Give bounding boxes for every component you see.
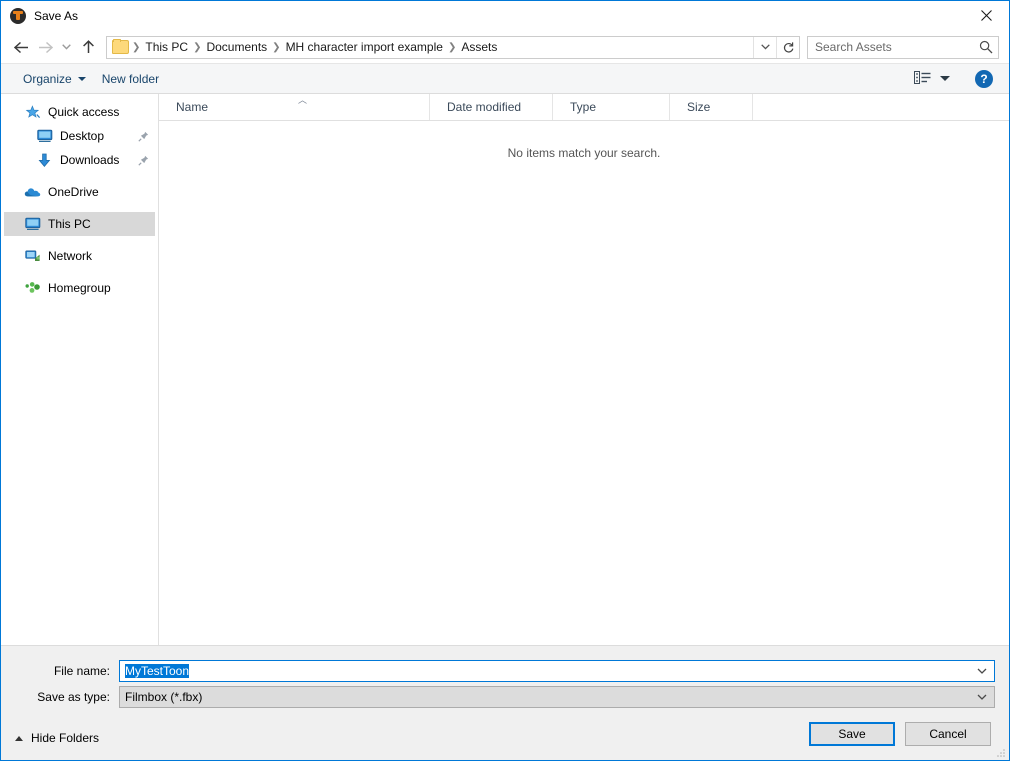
breadcrumb-separator: ❯ — [132, 41, 141, 53]
sort-ascending-icon: ︿ — [298, 95, 308, 105]
save-form: File name: MyTestToon Save as type: Film… — [1, 645, 1009, 760]
column-header-size[interactable]: Size — [670, 94, 753, 120]
sidebar-item-label: OneDrive — [48, 185, 99, 199]
sidebar-item-network[interactable]: Network — [4, 244, 155, 268]
file-list-pane: ︿ Name Date modified Type Size No items … — [159, 94, 1009, 645]
sidebar-item-label: Downloads — [60, 153, 120, 167]
unreal-engine-icon — [10, 8, 26, 24]
view-mode-button[interactable] — [909, 68, 955, 90]
sidebar-item-label: Homegroup — [48, 281, 111, 295]
filename-value: MyTestToon — [125, 664, 190, 678]
search-icon[interactable] — [974, 40, 998, 54]
search-box[interactable] — [807, 35, 999, 59]
column-header-name[interactable]: ︿ Name — [159, 94, 430, 120]
sidebar-item-this-pc[interactable]: This PC — [4, 212, 155, 236]
chevron-down-icon[interactable] — [753, 36, 776, 58]
filename-label: File name: — [53, 664, 110, 678]
sidebar-item-label: This PC — [48, 217, 91, 231]
sidebar-item-label: Desktop — [60, 129, 105, 143]
recent-locations-chevron-icon[interactable] — [57, 35, 76, 59]
filename-input[interactable]: MyTestToon — [119, 660, 995, 682]
column-header-label: Size — [687, 100, 711, 114]
chevron-down-icon[interactable] — [970, 668, 994, 674]
hide-folders-button[interactable]: Hide Folders — [15, 731, 99, 745]
column-header-label: Date modified — [447, 100, 522, 114]
new-folder-button[interactable]: New folder — [94, 68, 167, 90]
column-header-label: Name — [176, 100, 209, 114]
sidebar-item-downloads[interactable]: Downloads — [4, 148, 155, 172]
refresh-icon[interactable] — [776, 36, 799, 58]
sidebar-item-label: Network — [48, 249, 93, 263]
organize-button[interactable]: Organize — [15, 68, 94, 90]
breadcrumb-separator: ❯ — [193, 41, 202, 53]
network-icon — [24, 248, 41, 264]
sidebar-item-onedrive[interactable]: OneDrive — [4, 180, 155, 204]
column-header-label: Type — [570, 100, 597, 114]
address-bar-row: ❯ This PC ❯ Documents ❯ MH character imp… — [1, 31, 1009, 63]
toolbar: Organize New folder ? — [1, 63, 1009, 94]
filetype-row: Save as type: Filmbox (*.fbx) — [1, 686, 1009, 708]
resize-grip-icon[interactable] — [995, 747, 1006, 758]
sidebar-item-label: Quick access — [48, 105, 120, 119]
dialog-buttons: Save Cancel — [809, 722, 991, 746]
cloud-icon — [24, 184, 41, 200]
monitor-icon — [36, 128, 53, 144]
save-as-dialog: Save As ❯ This PC ❯ Documents ❯ MH chara… — [0, 0, 1010, 761]
breadcrumb-item-assets[interactable]: Assets — [457, 37, 501, 58]
chevron-up-icon — [15, 735, 23, 741]
breadcrumb-item-mh-character-import-example[interactable]: MH character import example — [282, 37, 447, 58]
chevron-down-icon — [940, 76, 950, 81]
forward-arrow-icon — [33, 35, 57, 59]
back-arrow-icon[interactable] — [9, 35, 33, 59]
filetype-value: Filmbox (*.fbx) — [125, 690, 203, 704]
star-icon — [24, 104, 41, 120]
save-button[interactable]: Save — [809, 722, 895, 746]
filename-value-wrap: MyTestToon — [120, 664, 970, 678]
filetype-select[interactable]: Filmbox (*.fbx) — [119, 686, 995, 708]
organize-label: Organize — [23, 71, 72, 86]
window-title: Save As — [34, 9, 79, 23]
chevron-down-icon[interactable] — [970, 694, 994, 700]
up-arrow-icon[interactable] — [76, 35, 100, 59]
breadcrumb: ❯ This PC ❯ Documents ❯ MH character imp… — [107, 37, 753, 58]
cancel-button[interactable]: Cancel — [905, 722, 991, 746]
search-input[interactable] — [808, 39, 974, 55]
hide-folders-label: Hide Folders — [31, 731, 100, 745]
breadcrumb-item-documents[interactable]: Documents — [202, 37, 271, 58]
folder-icon — [112, 39, 129, 54]
pin-icon[interactable] — [137, 154, 149, 166]
empty-state-message: No items match your search. — [507, 146, 661, 160]
list-view-icon — [914, 70, 931, 87]
help-button[interactable]: ? — [975, 69, 993, 88]
close-icon[interactable] — [963, 1, 1009, 30]
dialog-body: Quick access Desktop Downloads OneDrive … — [1, 94, 1009, 645]
breadcrumb-separator: ❯ — [272, 41, 281, 53]
address-box[interactable]: ❯ This PC ❯ Documents ❯ MH character imp… — [106, 35, 800, 59]
computer-icon — [24, 216, 41, 232]
homegroup-icon — [24, 280, 41, 296]
new-folder-label: New folder — [101, 71, 160, 86]
sidebar-item-homegroup[interactable]: Homegroup — [4, 276, 155, 300]
download-arrow-icon — [36, 152, 53, 168]
column-header-row: ︿ Name Date modified Type Size — [159, 94, 1009, 121]
column-header-date-modified[interactable]: Date modified — [430, 94, 553, 120]
sidebar-item-quick-access[interactable]: Quick access — [4, 100, 155, 124]
navigation-pane: Quick access Desktop Downloads OneDrive … — [1, 94, 159, 645]
breadcrumb-separator: ❯ — [447, 41, 457, 53]
filename-row: File name: MyTestToon — [1, 660, 1009, 682]
column-header-type[interactable]: Type — [553, 94, 670, 120]
chevron-down-icon — [77, 76, 86, 81]
breadcrumb-item-this-pc[interactable]: This PC — [141, 37, 192, 58]
pin-icon[interactable] — [137, 130, 149, 142]
title-bar: Save As — [1, 1, 1009, 31]
sidebar-item-desktop[interactable]: Desktop — [4, 124, 155, 148]
filetype-label: Save as type: — [37, 690, 110, 704]
